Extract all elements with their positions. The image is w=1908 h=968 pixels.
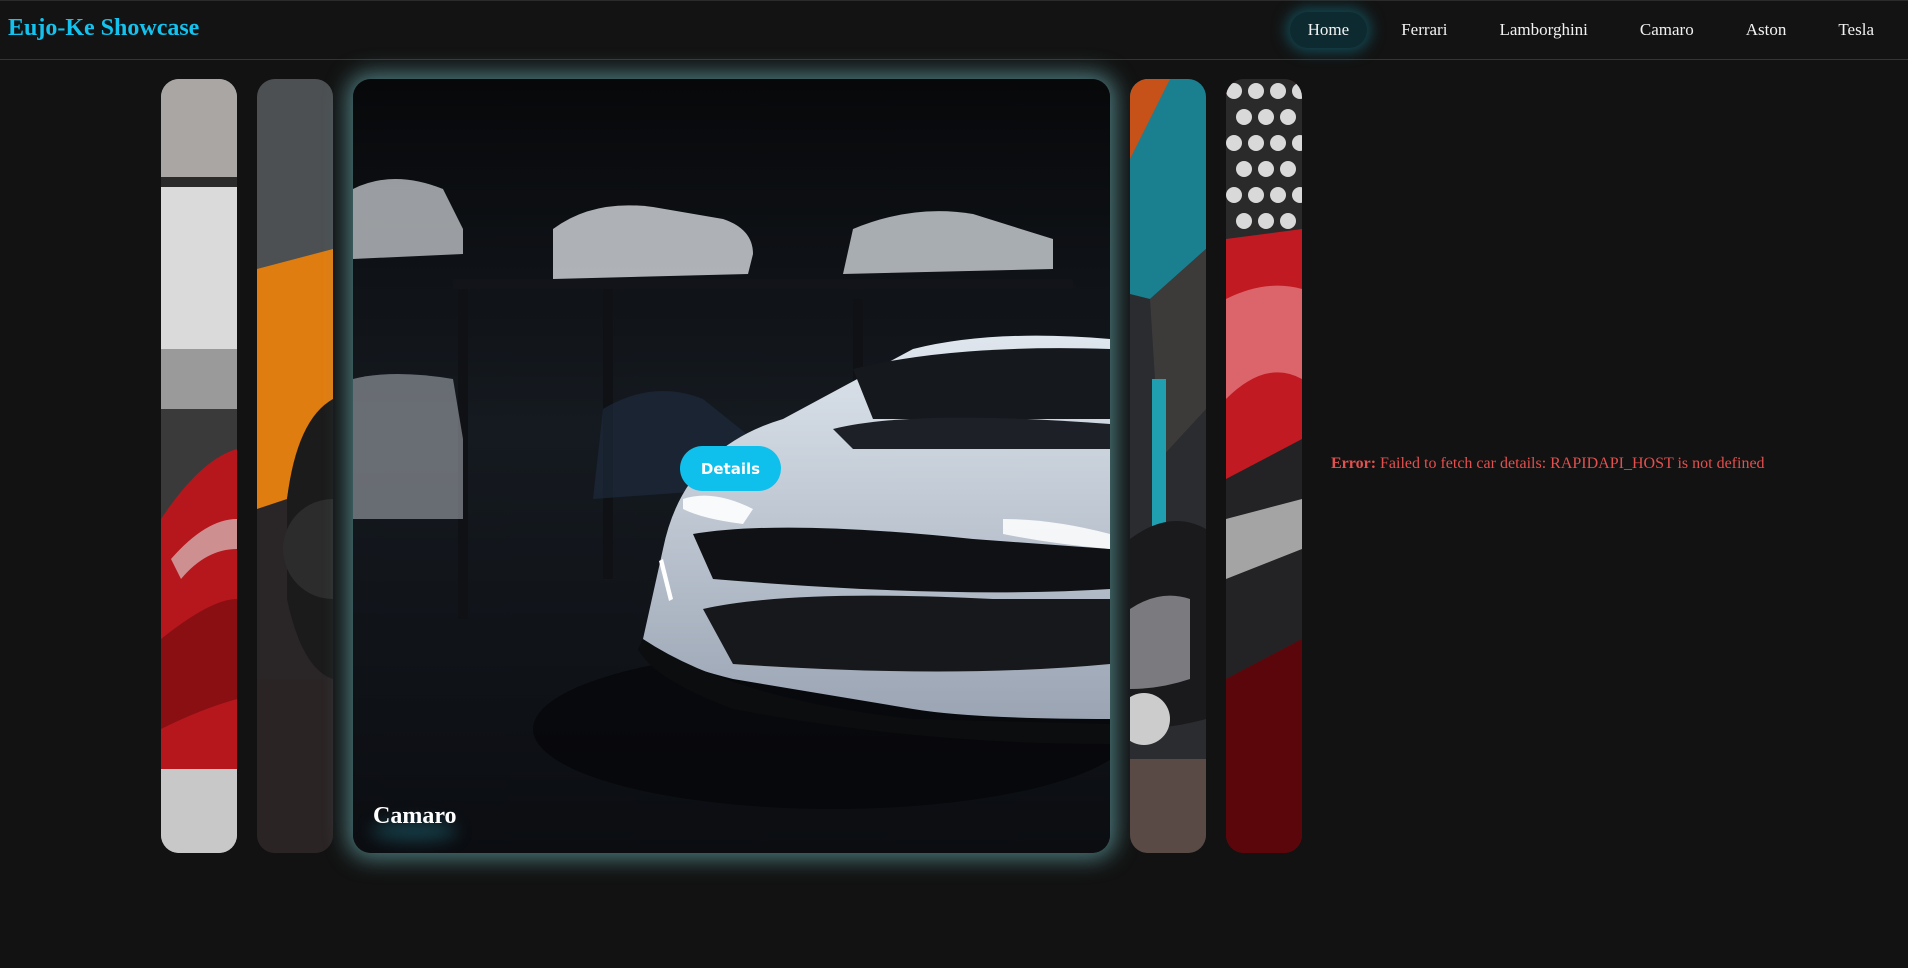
brand-logo[interactable]: Eujo-Ke Showcase xyxy=(8,15,199,42)
nav-link-camaro[interactable]: Camaro xyxy=(1622,12,1712,48)
car-image-orange xyxy=(257,79,333,853)
car-image-red-dots xyxy=(1226,79,1302,853)
nav-links: Home Ferrari Lamborghini Camaro Aston Te… xyxy=(1289,1,1908,59)
nav-link-ferrari[interactable]: Ferrari xyxy=(1383,12,1465,48)
error-label: Error: xyxy=(1331,455,1377,472)
error-message: Error: Failed to fetch car details: RAPI… xyxy=(1331,455,1765,473)
carousel-slide-active[interactable]: Details Camaro xyxy=(353,79,1110,853)
error-text: Failed to fetch car details: RAPIDAPI_HO… xyxy=(1380,455,1765,472)
nav-link-lamborghini[interactable]: Lamborghini xyxy=(1481,12,1605,48)
navbar: Eujo-Ke Showcase Home Ferrari Lamborghin… xyxy=(0,0,1908,60)
carousel-slide-5[interactable] xyxy=(1226,79,1302,853)
car-image-red xyxy=(161,79,237,853)
nav-link-tesla[interactable]: Tesla xyxy=(1820,12,1892,48)
carousel-slide-2[interactable] xyxy=(257,79,333,853)
slide-title: Camaro xyxy=(373,803,457,829)
car-image-teal xyxy=(1130,79,1206,853)
carousel-slide-4[interactable] xyxy=(1130,79,1206,853)
nav-link-aston[interactable]: Aston xyxy=(1728,12,1805,48)
nav-link-home[interactable]: Home xyxy=(1289,12,1368,48)
details-button[interactable]: Details xyxy=(680,446,781,491)
carousel-slide-1[interactable] xyxy=(161,79,237,853)
